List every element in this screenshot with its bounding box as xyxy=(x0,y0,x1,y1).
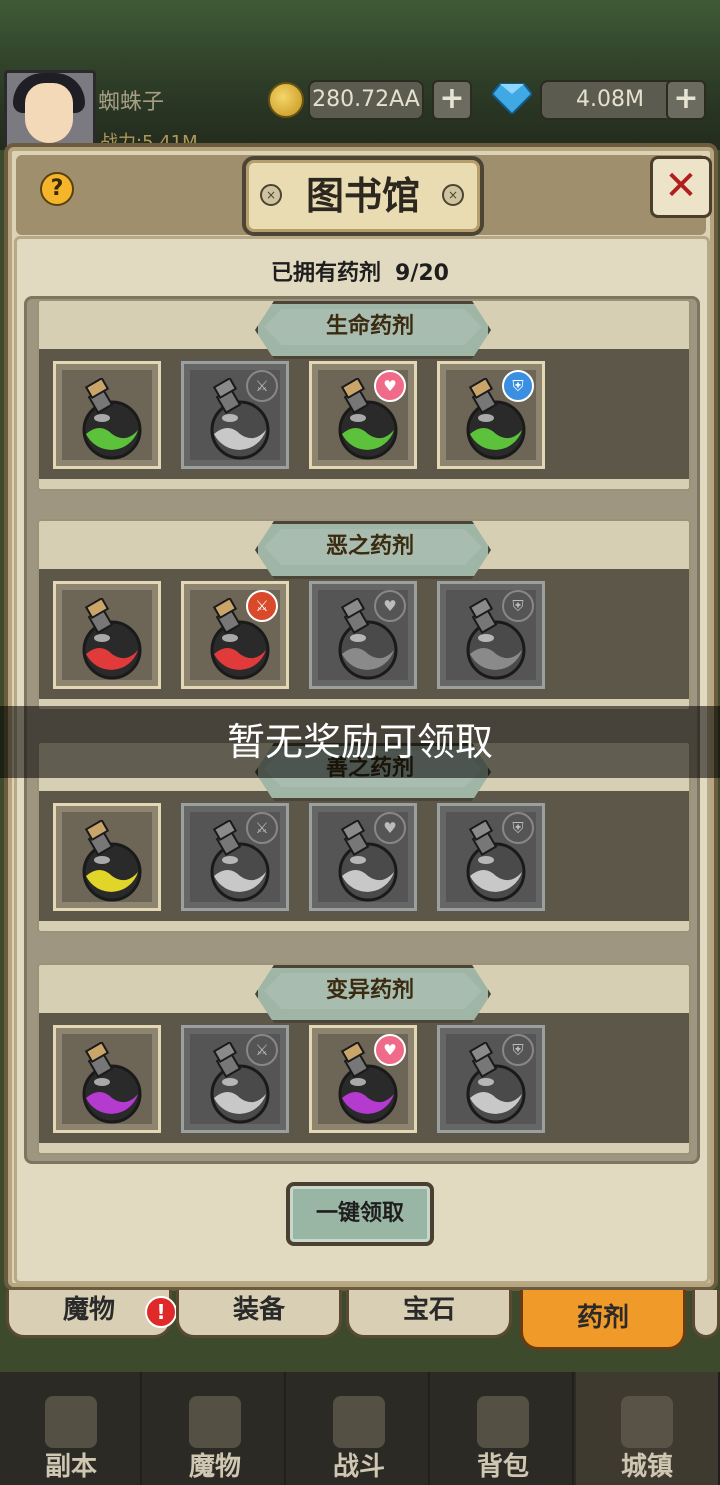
potion-slot[interactable]: ♥ xyxy=(309,1025,417,1133)
bottom-nav: 副本 魔物 战斗 背包 城镇 xyxy=(0,1372,720,1485)
shield-badge-icon: ⛨ xyxy=(502,370,534,402)
potion-bottle-icon xyxy=(82,820,142,902)
heart-badge-icon: ♥ xyxy=(374,590,406,622)
add-gems-button[interactable]: + xyxy=(666,80,706,120)
tab-gems[interactable]: 宝石 xyxy=(346,1290,512,1338)
potion-bottle-icon xyxy=(82,598,142,680)
tab-equipment[interactable]: 装备 xyxy=(176,1290,342,1338)
avatar[interactable] xyxy=(4,70,96,152)
bolt-icon: × xyxy=(442,184,464,206)
heart-badge-icon: ♥ xyxy=(374,370,406,402)
nav-town[interactable]: 城镇 xyxy=(576,1372,720,1485)
nav-label: 城镇 xyxy=(620,1452,673,1482)
shield-badge-icon: ⛨ xyxy=(502,812,534,844)
title-plate: × 图书馆 × xyxy=(242,156,484,236)
shield-badge-icon: ⛨ xyxy=(502,1034,534,1066)
monster-icon xyxy=(189,1396,241,1448)
potion-slot[interactable]: ⛨ xyxy=(437,581,545,689)
potion-slot[interactable]: ♥ xyxy=(309,581,417,689)
swords-icon xyxy=(333,1396,385,1448)
toast-message: 暂无奖励可领取 xyxy=(0,706,720,778)
nav-label: 背包 xyxy=(476,1452,529,1482)
alert-icon: ! xyxy=(145,1296,177,1328)
map-icon xyxy=(45,1396,97,1448)
sword-badge-icon: ⚔ xyxy=(246,590,278,622)
sword-badge-icon: ⚔ xyxy=(246,1034,278,1066)
potion-slot[interactable]: ⛨ xyxy=(437,1025,545,1133)
category-title: 恶之药剂 xyxy=(325,534,414,559)
coin-amount: 280.72AA xyxy=(308,80,424,120)
town-icon xyxy=(621,1396,673,1448)
potion-bottle-icon xyxy=(82,378,142,460)
coin-icon xyxy=(268,82,304,118)
category-title: 生命药剂 xyxy=(325,314,414,339)
nav-label: 战斗 xyxy=(332,1452,385,1482)
potion-slot[interactable] xyxy=(53,581,161,689)
shield-badge-icon: ⛨ xyxy=(502,590,534,622)
avatar-face xyxy=(25,83,73,143)
potion-slot[interactable]: ⛨ xyxy=(437,803,545,911)
potion-category: 恶之药剂 ⚔ ♥ ⛨ xyxy=(37,519,691,711)
potion-bottle-icon xyxy=(82,1042,142,1124)
potion-slot[interactable] xyxy=(53,803,161,911)
tab-potions[interactable]: 药剂 xyxy=(520,1290,686,1350)
owned-label: 已拥有药剂 xyxy=(271,261,382,286)
potion-category: 变异药剂 ⚔ ♥ ⛨ xyxy=(37,963,691,1155)
gem-icon xyxy=(492,83,532,114)
potion-slot[interactable] xyxy=(53,1025,161,1133)
category-title: 变异药剂 xyxy=(325,978,414,1003)
potion-slot[interactable]: ⚔ xyxy=(181,1025,289,1133)
potion-slot[interactable]: ⚔ xyxy=(181,581,289,689)
help-icon[interactable]: ? xyxy=(40,172,74,206)
potion-slot[interactable]: ⚔ xyxy=(181,361,289,469)
potion-slot[interactable] xyxy=(53,361,161,469)
nav-label: 魔物 xyxy=(188,1452,241,1482)
nav-label: 副本 xyxy=(44,1452,97,1482)
gem-amount: 4.08M xyxy=(540,80,680,120)
potion-slot[interactable]: ♥ xyxy=(309,803,417,911)
nav-monsters[interactable]: 魔物 xyxy=(144,1372,286,1485)
heart-badge-icon: ♥ xyxy=(374,1034,406,1066)
owned-summary: 已拥有药剂 9/20 xyxy=(0,255,720,287)
owned-count: 9/20 xyxy=(395,261,449,286)
sword-badge-icon: ⚔ xyxy=(246,812,278,844)
potion-slot[interactable]: ♥ xyxy=(309,361,417,469)
player-name: 蜘蛛子 xyxy=(98,90,165,115)
nav-dungeon[interactable]: 副本 xyxy=(0,1372,142,1485)
sword-badge-icon: ⚔ xyxy=(246,370,278,402)
potion-slot[interactable]: ⚔ xyxy=(181,803,289,911)
claim-all-button[interactable]: 一键领取 xyxy=(286,1182,434,1246)
add-coins-button[interactable]: + xyxy=(432,80,472,120)
potion-slot[interactable]: ⛨ xyxy=(437,361,545,469)
backpack-icon xyxy=(477,1396,529,1448)
potion-category: 生命药剂 ⚔ ♥ ⛨ xyxy=(37,299,691,491)
nav-battle[interactable]: 战斗 xyxy=(288,1372,430,1485)
heart-badge-icon: ♥ xyxy=(374,812,406,844)
close-button[interactable]: ✕ xyxy=(650,156,712,218)
nav-backpack[interactable]: 背包 xyxy=(432,1372,574,1485)
tab-more[interactable] xyxy=(692,1290,720,1338)
